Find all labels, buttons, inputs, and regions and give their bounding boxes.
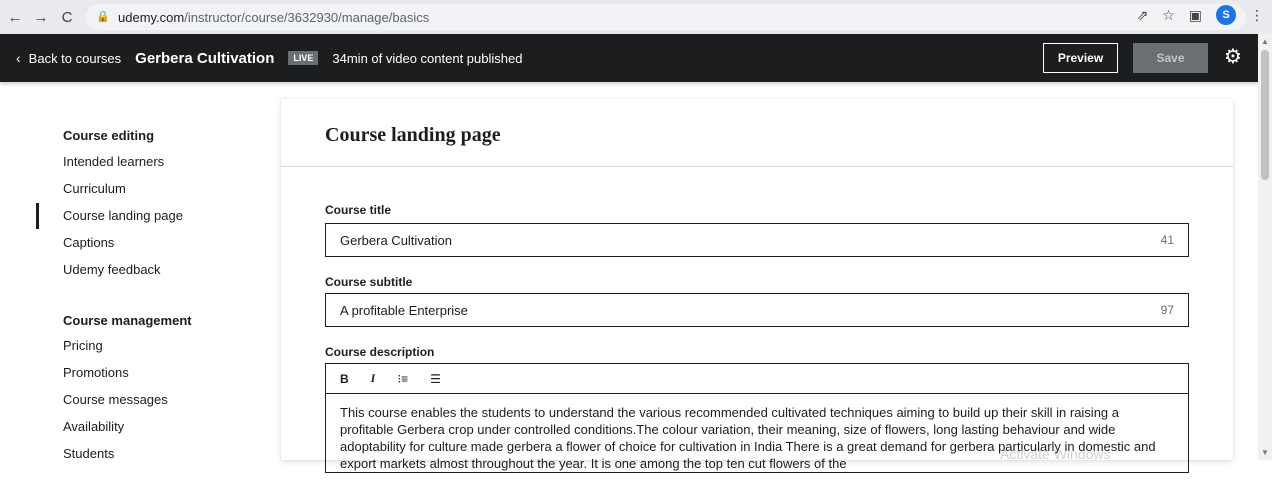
reload-icon[interactable]: C [56, 6, 78, 28]
ordered-list-icon[interactable]: ⁝≡ [397, 372, 408, 386]
card-header: Course landing page [281, 99, 1233, 167]
scroll-thumb[interactable] [1261, 50, 1269, 180]
landing-page-card: Course landing page Course title Gerbera… [281, 99, 1233, 473]
course-subtitle-char-count: 97 [1160, 303, 1174, 317]
browser-toolbar: ← → C 🔒 udemy.com/instructor/course/3632… [0, 0, 1272, 34]
live-badge: LIVE [288, 51, 319, 65]
sidebar-item-captions[interactable]: Captions [63, 235, 114, 250]
sidebar-item-availability[interactable]: Availability [63, 419, 124, 434]
sidebar-item-promotions[interactable]: Promotions [63, 365, 129, 380]
sidebar-heading-course-management: Course management [63, 313, 192, 328]
page-title: Course landing page [325, 124, 501, 146]
sidebar-item-intended-learners[interactable]: Intended learners [63, 154, 164, 169]
back-arrow-icon[interactable]: ← [4, 6, 26, 28]
menu-dots-icon[interactable]: ⋮ [1250, 7, 1264, 24]
course-header: ‹ Back to courses Gerbera Cultivation LI… [0, 34, 1258, 82]
course-title-input[interactable]: Gerbera Cultivation 41 [325, 223, 1189, 257]
italic-icon[interactable]: I [371, 371, 376, 386]
gear-icon[interactable]: ⚙ [1222, 46, 1244, 68]
course-subtitle-label: Course subtitle [325, 275, 413, 289]
bullet-list-icon[interactable]: ☰ [430, 372, 441, 386]
sidebar-item-udemy-feedback[interactable]: Udemy feedback [63, 262, 161, 277]
scroll-down-icon[interactable]: ▼ [1261, 448, 1269, 457]
sidebar-item-students[interactable]: Students [63, 446, 114, 461]
save-button[interactable]: Save [1133, 43, 1208, 73]
share-icon[interactable]: ⇗ [1136, 7, 1148, 24]
scroll-up-icon[interactable]: ▲ [1261, 37, 1269, 46]
back-label: Back to courses [28, 50, 122, 66]
sidebar-heading-course-editing: Course editing [63, 128, 155, 143]
forward-arrow-icon[interactable]: → [30, 6, 52, 28]
sidepanel-icon[interactable]: ▣ [1189, 7, 1202, 24]
sidebar-item-pricing[interactable]: Pricing [63, 338, 103, 353]
url-path: /instructor/course/3632930/manage/basics [184, 9, 430, 25]
sidebar-item-course-landing-page[interactable]: Course landing page [63, 208, 183, 223]
course-subtitle-value: A profitable Enterprise [340, 302, 468, 318]
course-description-label: Course description [325, 345, 435, 359]
back-to-courses-link[interactable]: ‹ Back to courses [16, 50, 121, 66]
page-scrollbar[interactable]: ▲ ▼ [1258, 34, 1272, 460]
course-sidebar: Course editing Intended learners Curricu… [0, 82, 280, 461]
bold-icon[interactable]: B [340, 372, 349, 386]
url-host: udemy.com [118, 9, 185, 25]
sidebar-item-curriculum[interactable]: Curriculum [63, 181, 126, 196]
course-subtitle-input[interactable]: A profitable Enterprise 97 [325, 293, 1189, 327]
course-title: Gerbera Cultivation [135, 49, 275, 67]
course-title-label: Course title [325, 203, 392, 217]
preview-button[interactable]: Preview [1043, 43, 1118, 73]
address-bar[interactable]: 🔒 udemy.com/instructor/course/3632930/ma… [86, 4, 1246, 30]
editor-toolbar: B I ⁝≡ ☰ [326, 364, 1188, 394]
chevron-left-icon: ‹ [16, 50, 21, 66]
published-status: 34min of video content published [332, 50, 523, 66]
active-indicator [36, 203, 39, 229]
sidebar-item-course-messages[interactable]: Course messages [63, 392, 168, 407]
description-text[interactable]: This course enables the students to unde… [326, 394, 1188, 482]
profile-avatar[interactable]: S [1216, 5, 1236, 25]
star-icon[interactable]: ☆ [1162, 7, 1175, 24]
course-title-char-count: 41 [1160, 233, 1174, 247]
lock-icon: 🔒 [96, 11, 110, 23]
course-title-value: Gerbera Cultivation [340, 232, 452, 248]
